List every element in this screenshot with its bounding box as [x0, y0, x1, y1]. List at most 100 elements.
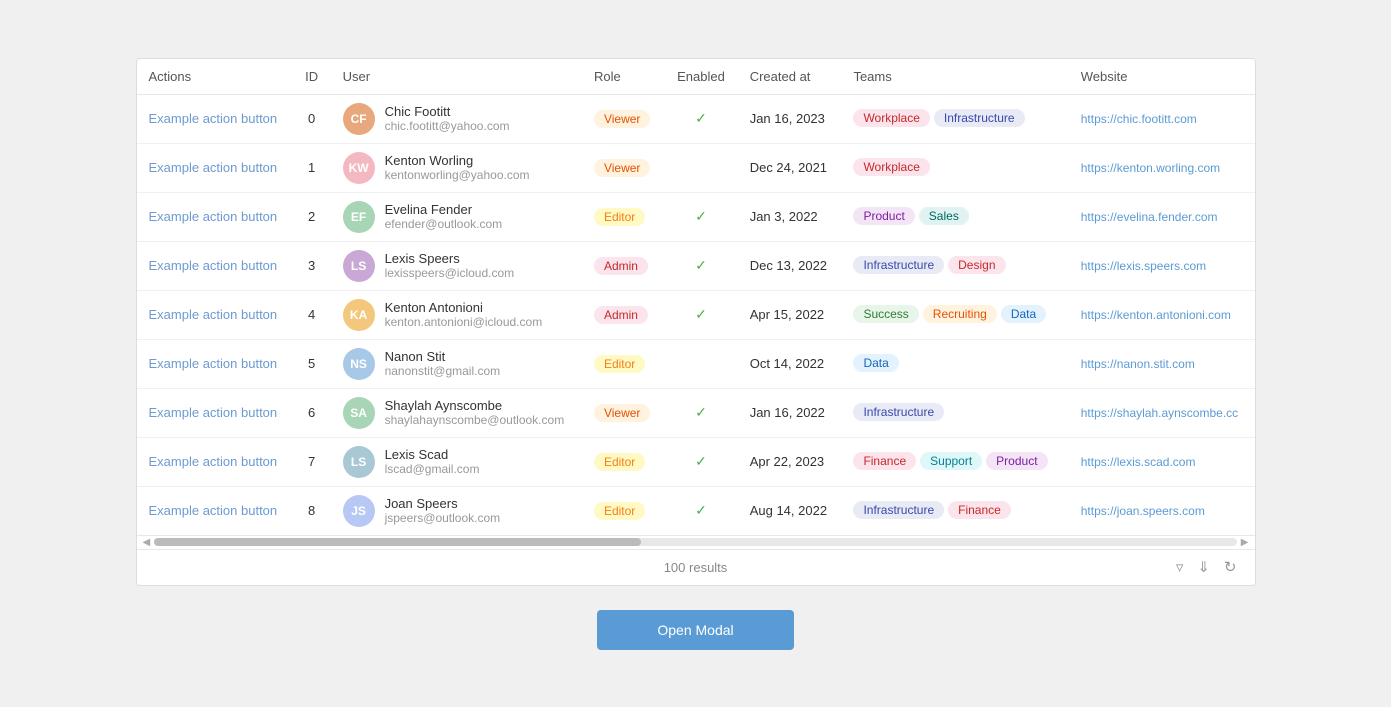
action-button[interactable]: Example action button — [149, 111, 278, 126]
website-link[interactable]: https://chic.footitt.com — [1081, 112, 1197, 126]
enabled-cell: ✓ — [664, 241, 737, 290]
action-button[interactable]: Example action button — [149, 356, 278, 371]
footer-actions: ▿ ⇓ ↻ — [1174, 556, 1239, 578]
created-at-cell: Dec 24, 2021 — [738, 143, 842, 192]
user-cell: JS Joan Speers jspeers@outlook.com — [331, 486, 582, 535]
user-email: efender@outlook.com — [385, 217, 503, 231]
team-badge: Infrastructure — [853, 501, 944, 519]
role-cell: Admin — [582, 241, 664, 290]
user-info: Nanon Stit nanonstit@gmail.com — [385, 349, 501, 378]
website-link[interactable]: https://nanon.stit.com — [1081, 357, 1195, 371]
enabled-cell: ✓ — [664, 290, 737, 339]
website-cell: https://lexis.speers.com — [1069, 241, 1255, 290]
team-badge: Infrastructure — [853, 403, 944, 421]
user-name: Lexis Speers — [385, 251, 515, 266]
table-row: Example action button2 EF Evelina Fender… — [137, 192, 1255, 241]
avatar: LS — [343, 446, 375, 478]
teams-cell: InfrastructureFinance — [841, 486, 1068, 535]
website-link[interactable]: https://shaylah.aynscombe.cc — [1081, 406, 1238, 420]
website-link[interactable]: https://lexis.scad.com — [1081, 455, 1196, 469]
action-button[interactable]: Example action button — [149, 307, 278, 322]
website-link[interactable]: https://kenton.antonioni.com — [1081, 308, 1231, 322]
action-button[interactable]: Example action button — [149, 209, 278, 224]
action-button[interactable]: Example action button — [149, 503, 278, 518]
user-cell: SA Shaylah Aynscombe shaylahaynscombe@ou… — [331, 388, 582, 437]
enabled-cell: ✓ — [664, 94, 737, 143]
user-cell: CF Chic Footitt chic.footitt@yahoo.com — [331, 94, 582, 143]
team-badge: Infrastructure — [934, 109, 1025, 127]
table-row: Example action button6 SA Shaylah Aynsco… — [137, 388, 1255, 437]
user-email: jspeers@outlook.com — [385, 511, 501, 525]
col-website: Website — [1069, 59, 1255, 95]
teams-cell: Data — [841, 339, 1068, 388]
user-name: Kenton Antonioni — [385, 300, 543, 315]
download-icon[interactable]: ⇓ — [1195, 556, 1212, 578]
enabled-cell: ✓ — [664, 192, 737, 241]
enabled-cell: ✓ — [664, 437, 737, 486]
col-created-at: Created at — [738, 59, 842, 95]
horizontal-scrollbar[interactable]: ◀ ▶ — [137, 535, 1255, 549]
avatar: EF — [343, 201, 375, 233]
created-at-cell: Jan 16, 2022 — [738, 388, 842, 437]
action-button[interactable]: Example action button — [149, 258, 278, 273]
table-row: Example action button3 LS Lexis Speers l… — [137, 241, 1255, 290]
scroll-left-arrow[interactable]: ◀ — [139, 537, 155, 548]
team-badge: Finance — [948, 501, 1011, 519]
role-badge: Viewer — [594, 110, 650, 128]
user-info: Joan Speers jspeers@outlook.com — [385, 496, 501, 525]
user-email: lexisspeers@icloud.com — [385, 266, 515, 280]
filter-icon[interactable]: ▿ — [1174, 556, 1186, 578]
refresh-icon[interactable]: ↻ — [1222, 556, 1239, 578]
website-cell: https://joan.speers.com — [1069, 486, 1255, 535]
created-at-cell: Apr 15, 2022 — [738, 290, 842, 339]
table-row: Example action button5 NS Nanon Stit nan… — [137, 339, 1255, 388]
check-icon: ✓ — [695, 110, 707, 126]
role-badge: Editor — [594, 208, 645, 226]
results-count: 100 results — [664, 560, 728, 575]
enabled-cell — [664, 143, 737, 192]
user-email: nanonstit@gmail.com — [385, 364, 501, 378]
website-link[interactable]: https://evelina.fender.com — [1081, 210, 1218, 224]
team-badge: Support — [920, 452, 982, 470]
website-cell: https://evelina.fender.com — [1069, 192, 1255, 241]
col-enabled: Enabled — [664, 59, 737, 95]
role-cell: Viewer — [582, 388, 664, 437]
user-info: Shaylah Aynscombe shaylahaynscombe@outlo… — [385, 398, 565, 427]
teams-cell: Workplace Infrastructure — [841, 94, 1068, 143]
avatar: NS — [343, 348, 375, 380]
website-link[interactable]: https://lexis.speers.com — [1081, 259, 1206, 273]
data-table: Actions ID User Role Enabled Created at … — [136, 58, 1256, 586]
user-info: Kenton Worling kentonworling@yahoo.com — [385, 153, 530, 182]
action-button[interactable]: Example action button — [149, 405, 278, 420]
website-cell: https://kenton.worling.com — [1069, 143, 1255, 192]
role-cell: Editor — [582, 486, 664, 535]
role-cell: Editor — [582, 192, 664, 241]
scrollbar-thumb[interactable] — [154, 538, 641, 546]
user-name: Joan Speers — [385, 496, 501, 511]
user-email: chic.footitt@yahoo.com — [385, 119, 510, 133]
website-cell: https://shaylah.aynscombe.cc — [1069, 388, 1255, 437]
open-modal-button[interactable]: Open Modal — [597, 610, 793, 650]
website-link[interactable]: https://kenton.worling.com — [1081, 161, 1220, 175]
scroll-right-arrow[interactable]: ▶ — [1237, 537, 1253, 548]
user-name: Lexis Scad — [385, 447, 480, 462]
team-badge: Success — [853, 305, 918, 323]
action-button[interactable]: Example action button — [149, 160, 278, 175]
user-email: lscad@gmail.com — [385, 462, 480, 476]
team-badge: Design — [948, 256, 1005, 274]
created-at-cell: Aug 14, 2022 — [738, 486, 842, 535]
website-cell: https://chic.footitt.com — [1069, 94, 1255, 143]
action-button[interactable]: Example action button — [149, 454, 278, 469]
table-row: Example action button8 JS Joan Speers js… — [137, 486, 1255, 535]
user-info: Kenton Antonioni kenton.antonioni@icloud… — [385, 300, 543, 329]
team-badge: Workplace — [853, 109, 929, 127]
role-badge: Editor — [594, 355, 645, 373]
row-id: 4 — [293, 290, 331, 339]
avatar: KW — [343, 152, 375, 184]
table-scroll-area[interactable]: Actions ID User Role Enabled Created at … — [137, 59, 1255, 535]
users-table: Actions ID User Role Enabled Created at … — [137, 59, 1255, 535]
scrollbar-track[interactable] — [154, 538, 1237, 546]
user-name: Kenton Worling — [385, 153, 530, 168]
website-link[interactable]: https://joan.speers.com — [1081, 504, 1205, 518]
created-at-cell: Dec 13, 2022 — [738, 241, 842, 290]
